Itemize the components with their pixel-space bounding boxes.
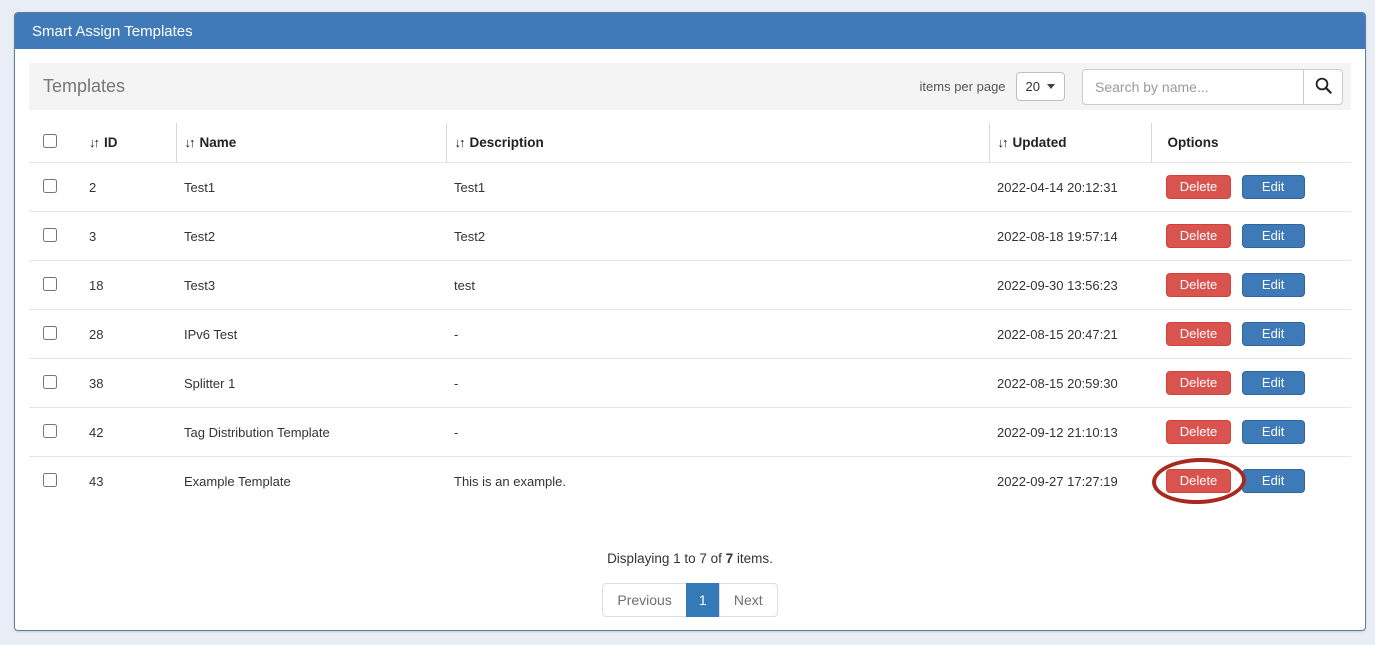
delete-button[interactable]: Delete bbox=[1166, 175, 1231, 199]
row-checkbox[interactable] bbox=[43, 473, 57, 487]
cell-id: 43 bbox=[81, 457, 176, 506]
panel-header: Smart Assign Templates bbox=[15, 13, 1365, 49]
cell-description: This is an example. bbox=[446, 457, 989, 506]
cell-updated: 2022-09-30 13:56:23 bbox=[989, 261, 1151, 310]
pagination-previous[interactable]: Previous bbox=[602, 583, 686, 617]
cell-updated: 2022-08-15 20:59:30 bbox=[989, 359, 1151, 408]
cell-description: test bbox=[446, 261, 989, 310]
cell-description: - bbox=[446, 359, 989, 408]
table-row: 18 Test3 test 2022-09-30 13:56:23 Delete… bbox=[29, 261, 1351, 310]
table-row: 28 IPv6 Test - 2022-08-15 20:47:21 Delet… bbox=[29, 310, 1351, 359]
cell-updated: 2022-09-12 21:10:13 bbox=[989, 408, 1151, 457]
table-row: 3 Test2 Test2 2022-08-18 19:57:14 Delete… bbox=[29, 212, 1351, 261]
search-button[interactable] bbox=[1303, 69, 1343, 105]
cell-description: Test1 bbox=[446, 163, 989, 212]
column-header-id[interactable]: ↓↑ID bbox=[81, 123, 176, 163]
cell-id: 3 bbox=[81, 212, 176, 261]
select-all-checkbox[interactable] bbox=[43, 134, 57, 148]
edit-button[interactable]: Edit bbox=[1242, 371, 1305, 395]
cell-name: Test3 bbox=[176, 261, 446, 310]
chevron-down-icon bbox=[1047, 84, 1055, 89]
sort-icon: ↓↑ bbox=[89, 135, 98, 150]
cell-name: Test1 bbox=[176, 163, 446, 212]
table-row: 43 Example Template This is an example. … bbox=[29, 457, 1351, 506]
row-checkbox[interactable] bbox=[43, 179, 57, 193]
delete-button-circled[interactable]: Delete bbox=[1166, 469, 1231, 493]
cell-updated: 2022-09-27 17:27:19 bbox=[989, 457, 1151, 506]
section-title: Templates bbox=[43, 76, 125, 97]
cell-id: 42 bbox=[81, 408, 176, 457]
edit-button[interactable]: Edit bbox=[1242, 469, 1305, 493]
column-header-options: Options bbox=[1151, 123, 1351, 163]
table-toolbar: Templates items per page 20 bbox=[29, 63, 1351, 110]
cell-description: - bbox=[446, 310, 989, 359]
search-icon bbox=[1314, 76, 1333, 98]
cell-name: Tag Distribution Template bbox=[176, 408, 446, 457]
edit-button[interactable]: Edit bbox=[1242, 420, 1305, 444]
pagination-container: Previous 1 Next bbox=[29, 583, 1351, 617]
cell-name: Splitter 1 bbox=[176, 359, 446, 408]
delete-button[interactable]: Delete bbox=[1166, 420, 1231, 444]
pagination-page-1[interactable]: 1 bbox=[686, 583, 720, 617]
sort-icon: ↓↑ bbox=[998, 135, 1007, 150]
cell-updated: 2022-08-18 19:57:14 bbox=[989, 212, 1151, 261]
column-header-name[interactable]: ↓↑Name bbox=[176, 123, 446, 163]
sort-icon: ↓↑ bbox=[185, 135, 194, 150]
table-header-row: ↓↑ID ↓↑Name ↓↑Description ↓↑Updated Opti… bbox=[29, 123, 1351, 163]
cell-description: - bbox=[446, 408, 989, 457]
pagination: Previous 1 Next bbox=[602, 583, 777, 617]
displaying-items-text: Displaying 1 to 7 of 7 items. bbox=[29, 551, 1351, 566]
table-row: 42 Tag Distribution Template - 2022-09-1… bbox=[29, 408, 1351, 457]
edit-button[interactable]: Edit bbox=[1242, 322, 1305, 346]
cell-id: 2 bbox=[81, 163, 176, 212]
page-title: Smart Assign Templates bbox=[32, 23, 193, 40]
pagination-next[interactable]: Next bbox=[719, 583, 778, 617]
cell-id: 38 bbox=[81, 359, 176, 408]
delete-button[interactable]: Delete bbox=[1166, 273, 1231, 297]
cell-description: Test2 bbox=[446, 212, 989, 261]
sort-icon: ↓↑ bbox=[455, 135, 464, 150]
items-per-page-label: items per page bbox=[920, 79, 1006, 94]
row-checkbox[interactable] bbox=[43, 326, 57, 340]
row-checkbox[interactable] bbox=[43, 375, 57, 389]
cell-id: 18 bbox=[81, 261, 176, 310]
table-row: 38 Splitter 1 - 2022-08-15 20:59:30 Dele… bbox=[29, 359, 1351, 408]
row-checkbox[interactable] bbox=[43, 228, 57, 242]
select-all-header bbox=[29, 123, 81, 163]
delete-button[interactable]: Delete bbox=[1166, 224, 1231, 248]
row-checkbox[interactable] bbox=[43, 277, 57, 291]
cell-id: 28 bbox=[81, 310, 176, 359]
edit-button[interactable]: Edit bbox=[1242, 273, 1305, 297]
toolbar-controls: items per page 20 bbox=[920, 69, 1343, 105]
delete-button[interactable]: Delete bbox=[1166, 322, 1231, 346]
panel-body: Templates items per page 20 bbox=[15, 49, 1365, 631]
search-input[interactable] bbox=[1082, 69, 1304, 105]
cell-updated: 2022-08-15 20:47:21 bbox=[989, 310, 1151, 359]
edit-button[interactable]: Edit bbox=[1242, 175, 1305, 199]
cell-name: IPv6 Test bbox=[176, 310, 446, 359]
table-row: 2 Test1 Test1 2022-04-14 20:12:31 Delete… bbox=[29, 163, 1351, 212]
row-checkbox[interactable] bbox=[43, 424, 57, 438]
cell-updated: 2022-04-14 20:12:31 bbox=[989, 163, 1151, 212]
column-header-description[interactable]: ↓↑Description bbox=[446, 123, 989, 163]
cell-name: Test2 bbox=[176, 212, 446, 261]
search-group bbox=[1082, 69, 1343, 105]
templates-table: ↓↑ID ↓↑Name ↓↑Description ↓↑Updated Opti… bbox=[29, 123, 1351, 505]
edit-button[interactable]: Edit bbox=[1242, 224, 1305, 248]
items-per-page-value: 20 bbox=[1026, 79, 1040, 94]
items-per-page-select[interactable]: 20 bbox=[1016, 72, 1065, 101]
column-header-updated[interactable]: ↓↑Updated bbox=[989, 123, 1151, 163]
cell-name: Example Template bbox=[176, 457, 446, 506]
smart-assign-templates-panel: Smart Assign Templates Templates items p… bbox=[14, 12, 1366, 631]
delete-button[interactable]: Delete bbox=[1166, 371, 1231, 395]
